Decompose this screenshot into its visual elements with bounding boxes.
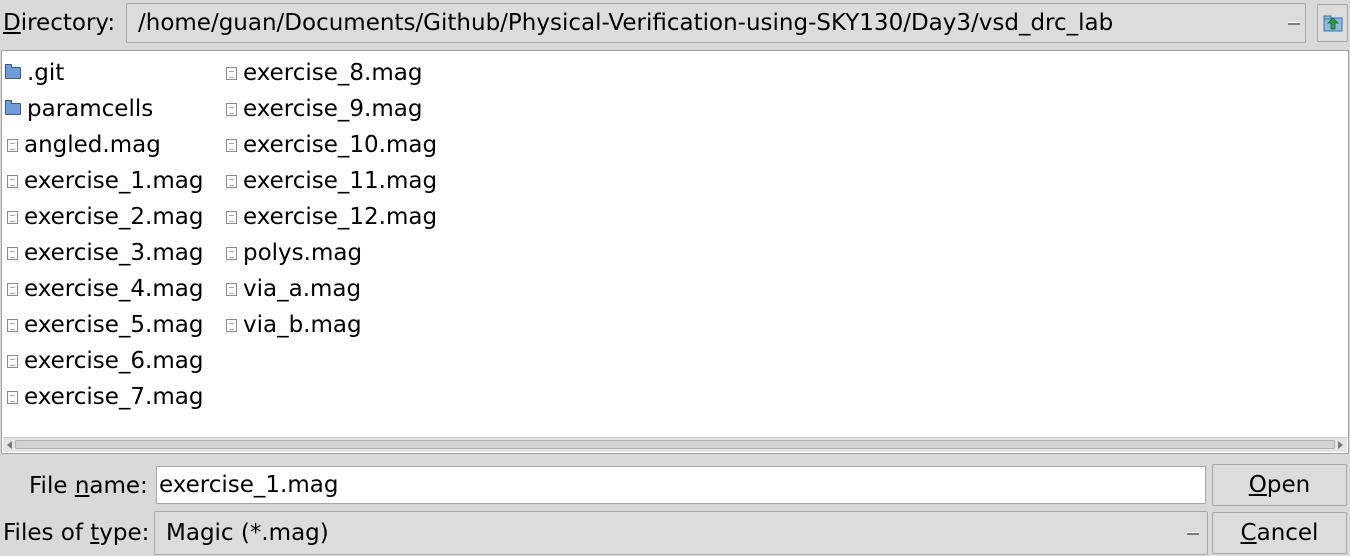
files-of-type-value: Magic (*.mag)	[166, 520, 329, 546]
file-list-item[interactable]: exercise_3.mag	[5, 235, 203, 271]
directory-combobox[interactable]: /home/guan/Documents/Github/Physical-Ver…	[126, 3, 1306, 43]
cancel-button[interactable]: Cancel	[1212, 512, 1347, 554]
file-list-item-label: exercise_5.mag	[24, 312, 204, 338]
file-list-item-label: exercise_9.mag	[243, 96, 423, 122]
file-list-item[interactable]: exercise_7.mag	[5, 379, 203, 415]
file-icon	[226, 138, 237, 152]
horizontal-scrollbar[interactable]	[3, 437, 1347, 452]
file-name-label: File name:	[29, 473, 148, 499]
combo-arrow-icon	[1187, 533, 1199, 535]
parent-directory-button[interactable]	[1317, 4, 1348, 42]
file-name-input[interactable]	[156, 466, 1206, 504]
scroll-left-arrow-icon[interactable]	[7, 441, 12, 449]
file-list-item[interactable]: angled.mag	[5, 127, 203, 163]
file-list-item[interactable]: exercise_2.mag	[5, 199, 203, 235]
file-list-item-label: exercise_4.mag	[24, 276, 204, 302]
file-list-item-label: .git	[27, 60, 65, 86]
combo-arrow-icon	[1288, 23, 1300, 25]
directory-label: Directory:	[3, 10, 116, 36]
files-of-type-combobox[interactable]: Magic (*.mag)	[154, 511, 1208, 555]
file-list-item[interactable]: via_b.mag	[224, 307, 437, 343]
file-icon	[226, 66, 237, 80]
file-list-item-label: exercise_2.mag	[24, 204, 204, 230]
file-list-item-label: exercise_3.mag	[24, 240, 204, 266]
file-list-item[interactable]: exercise_8.mag	[224, 55, 437, 91]
file-list-item-label: exercise_8.mag	[243, 60, 423, 86]
file-icon	[226, 210, 237, 224]
folder-icon	[5, 64, 21, 79]
file-list-column-1: .git paramcells angled.mag exercise_1.magex…	[5, 55, 203, 415]
files-of-type-label: Files of type:	[3, 520, 150, 546]
file-list-item-label: exercise_12.mag	[243, 204, 438, 230]
file-icon	[7, 138, 18, 152]
file-list-item[interactable]: .git	[5, 55, 203, 91]
file-icon	[7, 354, 18, 368]
file-list-item-label: polys.mag	[243, 240, 363, 266]
file-list-item-label: exercise_10.mag	[243, 132, 438, 158]
scroll-right-arrow-icon[interactable]	[1338, 441, 1343, 449]
file-list-item[interactable]: exercise_6.mag	[5, 343, 203, 379]
file-list-item[interactable]: exercise_12.mag	[224, 199, 437, 235]
file-list-item[interactable]: via_a.mag	[224, 271, 437, 307]
file-icon	[7, 282, 18, 296]
file-list-item[interactable]: exercise_9.mag	[224, 91, 437, 127]
file-list-item[interactable]: polys.mag	[224, 235, 437, 271]
file-icon	[7, 210, 18, 224]
file-list-item-label: paramcells	[27, 96, 154, 122]
file-list-item[interactable]: exercise_11.mag	[224, 163, 437, 199]
file-list-item[interactable]: exercise_5.mag	[5, 307, 203, 343]
file-list-item[interactable]: paramcells	[5, 91, 203, 127]
file-icon	[226, 246, 237, 260]
file-list-item[interactable]: exercise_1.mag	[5, 163, 203, 199]
file-list-item[interactable]: exercise_4.mag	[5, 271, 203, 307]
file-icon	[7, 390, 18, 404]
file-list-column-2: exercise_8.mag exercise_9.mag exercise_10.…	[224, 55, 437, 343]
file-list-item-label: exercise_7.mag	[24, 384, 204, 410]
file-icon	[226, 102, 237, 116]
file-list-item-label: exercise_6.mag	[24, 348, 204, 374]
file-icon	[226, 318, 237, 332]
open-button[interactable]: Open	[1212, 464, 1347, 506]
file-icon	[7, 174, 18, 188]
file-icon	[226, 174, 237, 188]
directory-path: /home/guan/Documents/Github/Physical-Ver…	[138, 10, 1114, 36]
file-list-item[interactable]: exercise_10.mag	[224, 127, 437, 163]
file-icon	[7, 318, 18, 332]
folder-icon	[5, 100, 21, 115]
scrollbar-thumb[interactable]	[15, 440, 1335, 449]
file-list-item-label: exercise_11.mag	[243, 168, 438, 194]
folder-up-icon	[1323, 15, 1343, 32]
file-icon	[226, 282, 237, 296]
file-list-item-label: via_a.mag	[243, 276, 362, 302]
file-list-item-label: via_b.mag	[243, 312, 362, 338]
file-list-item-label: exercise_1.mag	[24, 168, 204, 194]
file-icon	[7, 246, 18, 260]
file-list[interactable]: .git paramcells angled.mag exercise_1.mag ex…	[1, 50, 1349, 454]
file-list-item-label: angled.mag	[24, 132, 161, 158]
